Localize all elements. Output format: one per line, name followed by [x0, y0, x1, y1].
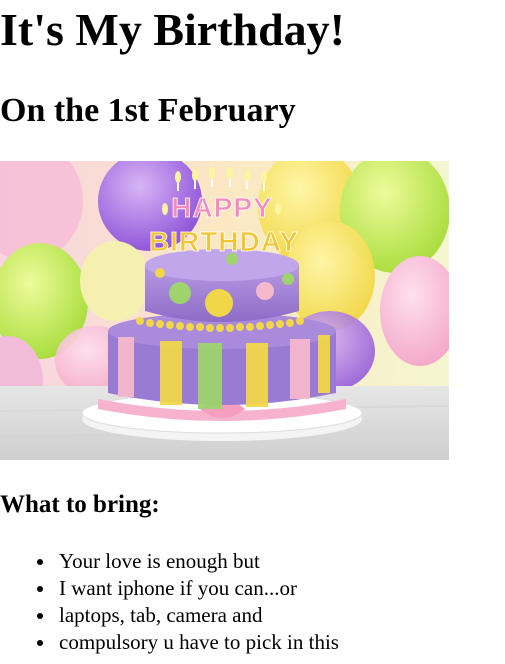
list-item: Your love is enough but [37, 548, 339, 575]
birthday-date-heading: On the 1st February [0, 92, 296, 129]
candle-letters-happy: HAPPY [171, 192, 272, 223]
list-item: compulsory u have to pick in this [37, 630, 339, 654]
birthday-cake-image: HAPPY BIRTHDAY [0, 161, 449, 460]
list-item: laptops, tab, camera and [37, 602, 339, 629]
bring-list: Your love is enough but I want iphone if… [0, 548, 339, 656]
list-item: I want iphone if you can...or [37, 575, 339, 602]
candle-letters-birthday: BIRTHDAY [149, 226, 299, 257]
what-to-bring-heading: What to bring: [0, 491, 160, 518]
page-title: It's My Birthday! [0, 4, 345, 55]
